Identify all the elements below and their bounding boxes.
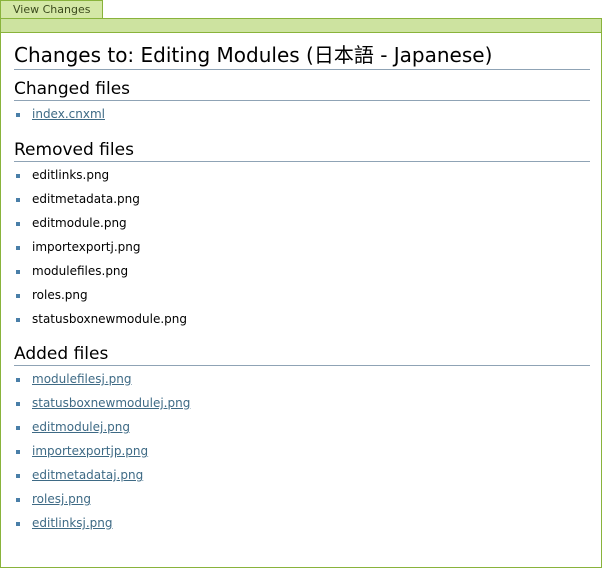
added-file-link[interactable]: editlinksj.png	[32, 516, 113, 530]
list-item: modulefiles.png	[14, 259, 590, 283]
removed-file-name: modulefiles.png	[32, 264, 129, 278]
list-item: statusboxnewmodulej.png	[14, 391, 590, 415]
removed-file-name: editlinks.png	[32, 168, 110, 182]
changes-panel: Changes to: Editing Modules (日本語 - Japan…	[0, 32, 602, 568]
changed-file-link[interactable]: index.cnxml	[32, 107, 105, 121]
list-item: importexportj.png	[14, 235, 590, 259]
added-files-section: Added files modulefilesj.png statusboxne…	[14, 344, 590, 535]
bullet-icon	[16, 198, 20, 202]
list-item: editlinks.png	[14, 163, 590, 187]
list-item: editmodule.png	[14, 211, 590, 235]
bullet-icon	[16, 222, 20, 226]
removed-files-heading: Removed files	[14, 140, 590, 162]
panel-content: Changes to: Editing Modules (日本語 - Japan…	[14, 43, 590, 535]
tab-bar	[0, 18, 602, 33]
added-files-list: modulefilesj.png statusboxnewmodulej.png…	[14, 367, 590, 535]
page-title: Changes to: Editing Modules (日本語 - Japan…	[14, 43, 590, 70]
bullet-icon	[16, 246, 20, 250]
bullet-icon	[16, 270, 20, 274]
bullet-icon	[16, 378, 20, 382]
list-item: statusboxnewmodule.png	[14, 307, 590, 331]
added-file-link[interactable]: rolesj.png	[32, 492, 91, 506]
bullet-icon	[16, 318, 20, 322]
added-file-link[interactable]: importexportjp.png	[32, 444, 148, 458]
added-file-link[interactable]: editmodulej.png	[32, 420, 130, 434]
bullet-icon	[16, 294, 20, 298]
list-item: modulefilesj.png	[14, 367, 590, 391]
list-item: index.cnxml	[14, 102, 590, 126]
removed-file-name: statusboxnewmodule.png	[32, 312, 187, 326]
list-item: rolesj.png	[14, 487, 590, 511]
added-file-link[interactable]: editmetadataj.png	[32, 468, 143, 482]
bullet-icon	[16, 474, 20, 478]
changed-files-section: Changed files index.cnxml	[14, 79, 590, 126]
list-item: editmetadataj.png	[14, 463, 590, 487]
added-file-link[interactable]: modulefilesj.png	[32, 372, 132, 386]
changed-files-list: index.cnxml	[14, 102, 590, 126]
added-files-heading: Added files	[14, 344, 590, 366]
removed-file-name: importexportj.png	[32, 240, 141, 254]
tab-view-changes[interactable]: View Changes	[0, 0, 104, 19]
bullet-icon	[16, 426, 20, 430]
removed-files-section: Removed files editlinks.png editmetadata…	[14, 140, 590, 331]
list-item: importexportjp.png	[14, 439, 590, 463]
bullet-icon	[16, 174, 20, 178]
bullet-icon	[16, 450, 20, 454]
changed-files-heading: Changed files	[14, 79, 590, 101]
bullet-icon	[16, 522, 20, 526]
removed-files-list: editlinks.png editmetadata.png editmodul…	[14, 163, 590, 331]
added-file-link[interactable]: statusboxnewmodulej.png	[32, 396, 190, 410]
bullet-icon	[16, 113, 20, 117]
bullet-icon	[16, 402, 20, 406]
list-item: editlinksj.png	[14, 511, 590, 535]
list-item: roles.png	[14, 283, 590, 307]
list-item: editmodulej.png	[14, 415, 590, 439]
removed-file-name: editmetadata.png	[32, 192, 140, 206]
list-item: editmetadata.png	[14, 187, 590, 211]
removed-file-name: editmodule.png	[32, 216, 127, 230]
bullet-icon	[16, 498, 20, 502]
removed-file-name: roles.png	[32, 288, 88, 302]
